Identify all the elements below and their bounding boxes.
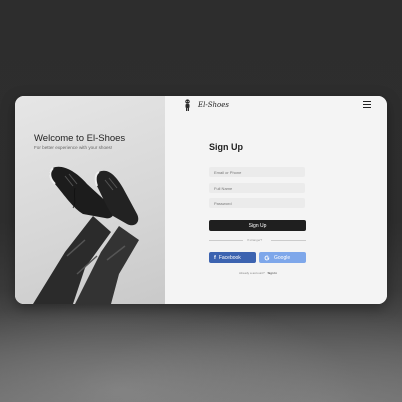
google-label: Google xyxy=(274,254,291,261)
full-name-field[interactable] xyxy=(209,183,305,193)
form-panel: El-Shoes Sign Up Sign Up If stranger? f … xyxy=(165,96,387,304)
sign-in-link[interactable]: Sign In xyxy=(268,271,277,275)
password-field[interactable] xyxy=(209,198,305,208)
brand-logo[interactable]: El-Shoes xyxy=(183,99,229,111)
brand-name: El-Shoes xyxy=(198,101,229,109)
shoes-legs-illustration xyxy=(33,166,139,304)
divider-right xyxy=(271,240,306,241)
sign-up-button[interactable]: Sign Up xyxy=(209,220,306,231)
mascot-logo-icon xyxy=(185,99,190,111)
signin-prompt: Already a account? Sign In xyxy=(239,271,277,275)
facebook-label: Facebook xyxy=(218,254,241,261)
hero-title: Welcome to El-Shoes xyxy=(34,133,126,144)
hamburger-menu-icon[interactable] xyxy=(363,101,371,108)
google-icon xyxy=(264,255,270,260)
divider-left xyxy=(209,240,243,241)
form-title: Sign Up xyxy=(209,142,243,152)
email-field[interactable] xyxy=(209,167,305,177)
signup-card: Welcome to El-Shoes For better experienc… xyxy=(15,96,387,304)
facebook-icon: f xyxy=(214,254,216,261)
hero-panel: Welcome to El-Shoes For better experienc… xyxy=(15,96,165,304)
divider-text: If stranger? xyxy=(247,238,263,242)
hero-subtitle: For better experience with your shoes! xyxy=(34,145,113,150)
google-button[interactable]: Google xyxy=(259,252,306,263)
facebook-button[interactable]: f Facebook xyxy=(209,252,256,263)
signin-prompt-text: Already a account? xyxy=(239,271,265,275)
